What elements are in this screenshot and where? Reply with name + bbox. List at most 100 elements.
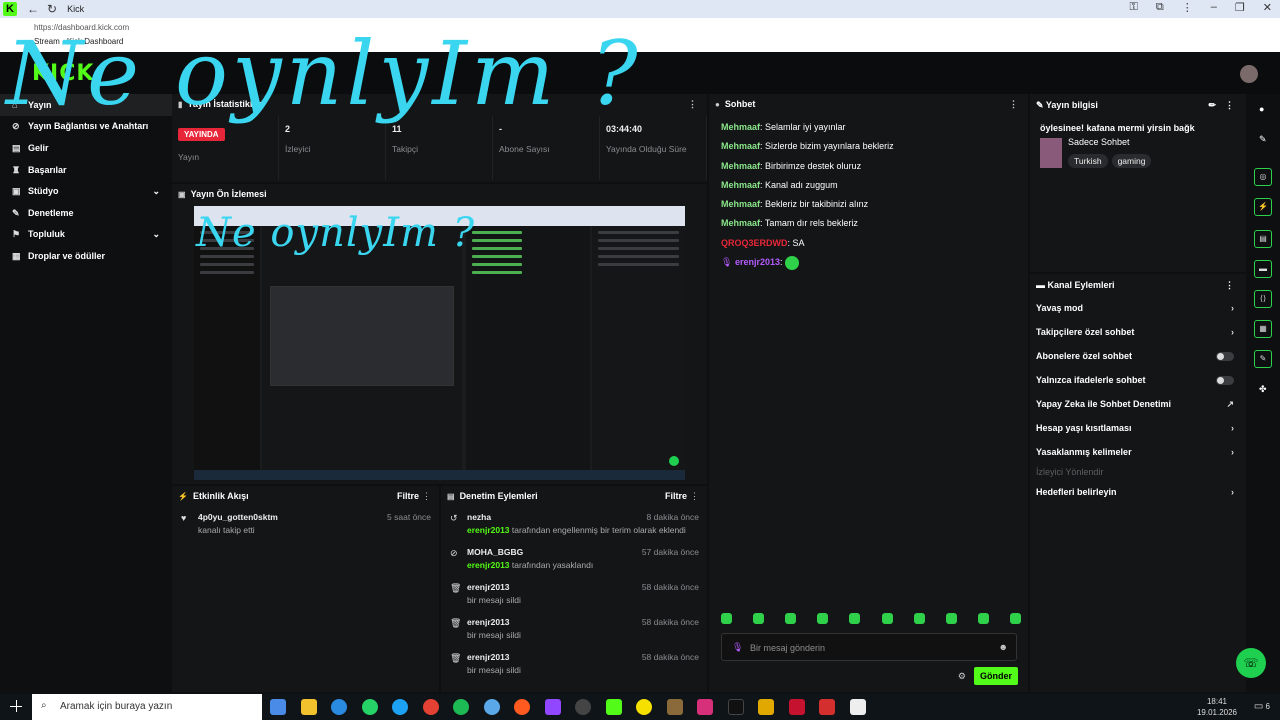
extensions-icon[interactable]: ⧉ (1156, 1, 1164, 14)
sidebar-item-studio[interactable]: ▣ Stüdyo ⌄ (0, 180, 172, 202)
emote-button[interactable] (721, 613, 732, 624)
clipboard-icon[interactable]: ▤ (1254, 230, 1272, 248)
stat-live: YAYINDA Yayın (172, 116, 279, 180)
sidebar-item-drops[interactable]: ▦ Droplar ve ödüller (0, 245, 172, 267)
action-ai-moderation[interactable]: Yapay Zeka ile Sohbet Denetimi ↗ (1030, 392, 1246, 416)
chrome-icon[interactable] (422, 699, 439, 715)
emote-button[interactable] (849, 613, 861, 624)
sidebar-item-revenue[interactable]: ▤ Gelir (0, 137, 172, 159)
close-icon[interactable]: ✕ (1263, 1, 1272, 14)
emote-button[interactable] (913, 613, 925, 624)
panel-icon[interactable]: ▦ (1254, 320, 1272, 338)
action-followers-only[interactable]: Takipçilere özel sohbet › (1030, 320, 1246, 344)
chat-username[interactable]: Mehmaaf (721, 122, 760, 132)
emote-button[interactable] (785, 613, 797, 624)
emote-button[interactable] (817, 613, 829, 624)
sidebar-item-community[interactable]: ⚑ Topluluk ⌄ (0, 224, 172, 246)
more-options-icon[interactable]: ⋮ (422, 491, 431, 502)
edge-icon[interactable] (331, 699, 347, 715)
chat-input[interactable]: 🎙 Bir mesaj gönderin ☻ (721, 633, 1017, 661)
chat-username[interactable]: Mehmaaf (721, 218, 760, 228)
chat-username[interactable]: erenjr2013 (735, 257, 780, 267)
taskbar-search[interactable]: ⌕ Aramak için buraya yazın (32, 694, 262, 720)
avatar[interactable] (1240, 65, 1258, 83)
clock[interactable]: 18:41 19.01.2026 (1192, 696, 1242, 718)
chat-username[interactable]: Mehmaaf (721, 161, 760, 171)
send-button[interactable]: Gönder (974, 667, 1018, 685)
more-options-icon[interactable]: ⋮ (1225, 280, 1234, 291)
chat-username[interactable]: QROQ3ERDWD (721, 238, 788, 248)
menu-icon[interactable]: ⋮ (1182, 1, 1193, 14)
kick-app-icon[interactable] (605, 699, 622, 715)
chat-username[interactable]: Mehmaaf (721, 141, 760, 151)
actor-link[interactable]: erenjr2013 (467, 560, 510, 570)
broadcast-icon[interactable]: ⟨⟩ (1254, 290, 1272, 308)
action-account-age[interactable]: Hesap yaşı kısıtlaması › (1030, 416, 1246, 440)
recorder-icon[interactable] (788, 699, 805, 715)
action-banned-words[interactable]: Yasaklanmış kelimeler › (1030, 440, 1246, 464)
whatsapp-icon[interactable] (361, 699, 378, 715)
camera-icon[interactable]: ◎ (1254, 168, 1272, 186)
puzzle-icon[interactable]: ✤ (1259, 384, 1267, 395)
obs-icon[interactable] (575, 699, 591, 715)
subscribers-only-toggle[interactable] (1216, 352, 1234, 361)
chrome-dev-icon[interactable] (392, 699, 408, 715)
help-button[interactable]: ☏ (1236, 648, 1266, 678)
chat-bubble-icon[interactable]: ▬ (1254, 260, 1272, 278)
kick-brand-logo[interactable]: KICK (32, 61, 94, 86)
more-options-icon[interactable]: ⋮ (690, 491, 699, 502)
emotes-only-toggle[interactable] (1216, 376, 1234, 385)
notification-count: 6 (1265, 702, 1270, 711)
copilot-icon[interactable] (270, 699, 286, 715)
windows-start-icon[interactable] (10, 700, 22, 712)
wrench-icon[interactable]: ✎ (1254, 350, 1272, 368)
emote-button[interactable] (945, 613, 957, 624)
chat-username[interactable]: Mehmaaf (721, 199, 760, 209)
emoji-icon[interactable]: ☻ (999, 642, 1008, 652)
more-options-icon[interactable]: ⋮ (1225, 100, 1234, 111)
url-text[interactable]: https://dashboard.kick.com (34, 23, 129, 32)
sidebar-item-moderation[interactable]: ✎ Denetleme (0, 202, 172, 224)
emote-button[interactable] (1009, 613, 1021, 624)
spotify-icon[interactable] (453, 699, 469, 715)
action-goals[interactable]: Hedefleri belirleyin › (1030, 480, 1246, 504)
sidebar-item-achievements[interactable]: ♜ Başarılar (0, 159, 172, 181)
channel-actions-panel: ▬ Kanal Eylemleri ⋮ Yavaş mod › Takipçile… (1030, 274, 1246, 692)
filter-button[interactable]: Filtre (397, 491, 419, 501)
opera-icon[interactable] (514, 699, 530, 715)
minimize-icon[interactable]: – (1211, 1, 1217, 14)
filter-button[interactable]: Filtre (665, 491, 687, 501)
more-options-icon[interactable]: ⋮ (688, 99, 697, 110)
back-icon[interactable]: ← (27, 2, 39, 16)
emote-button[interactable] (881, 613, 893, 624)
edit-icon[interactable]: ✏ (1208, 100, 1216, 111)
emote-button[interactable] (753, 613, 765, 624)
snapchat-icon[interactable] (636, 699, 652, 715)
category-name[interactable]: Sadece Sohbet (1068, 137, 1155, 147)
restore-icon[interactable]: ❐ (1235, 1, 1245, 14)
key-icon[interactable]: ⚿ (1130, 1, 1138, 14)
more-options-icon[interactable]: ⋮ (1009, 99, 1018, 110)
sidebar-item-stream-key[interactable]: ⊘ Yayın Bağlantısı ve Anahtarı (0, 116, 172, 138)
actor-link[interactable]: erenjr2013 (467, 525, 510, 535)
notepad-icon[interactable] (849, 699, 866, 715)
steam-icon[interactable] (483, 699, 500, 715)
info-icon[interactable]: ● (1259, 104, 1264, 114)
lightning-icon[interactable]: ⚡ (1254, 198, 1272, 216)
chat-username[interactable]: Mehmaaf (721, 180, 760, 190)
app-icon[interactable] (758, 699, 774, 715)
tiktok-icon[interactable] (727, 699, 744, 715)
stream-preview-video[interactable] (194, 206, 685, 480)
pencil-icon[interactable]: ✎ (1259, 134, 1267, 145)
reload-icon[interactable]: ↻ (47, 2, 57, 16)
emote-button[interactable] (977, 613, 989, 624)
vivaldi-icon[interactable] (819, 699, 835, 715)
twitch-icon[interactable] (544, 699, 561, 715)
game-icon[interactable] (666, 699, 683, 715)
gear-icon[interactable]: ⚙ (958, 671, 966, 682)
folder-icon[interactable] (300, 699, 317, 715)
action-slow-mode[interactable]: Yavaş mod › (1030, 296, 1246, 320)
instagram-icon[interactable] (697, 699, 713, 715)
notification-icon[interactable]: ▭ (1254, 701, 1263, 712)
sidebar-item-stream[interactable]: ⌂ Yayın (0, 94, 172, 116)
